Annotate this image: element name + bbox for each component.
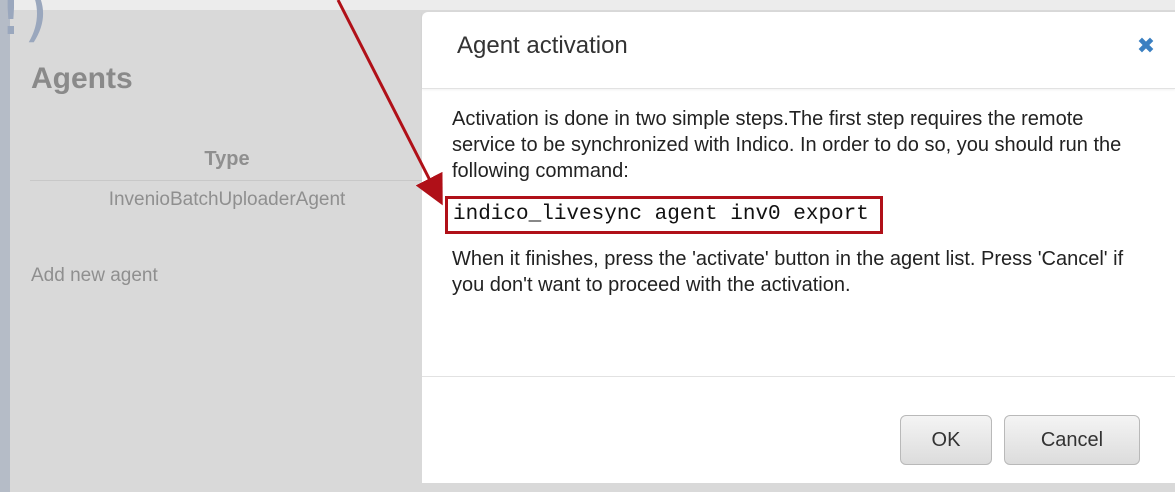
agents-table: Type InvenioBatchUploaderAgent <box>30 148 430 211</box>
corner-glyph: !) <box>0 0 49 50</box>
left-stripe <box>0 0 10 492</box>
dialog-header: Agent activation ✖ <box>422 12 1175 89</box>
close-icon[interactable]: ✖ <box>1135 36 1157 58</box>
agent-type-cell: InvenioBatchUploaderAgent <box>108 189 346 210</box>
type-column-header: Type <box>30 148 430 181</box>
top-strip <box>10 0 1175 10</box>
add-new-agent-link[interactable]: Add new agent <box>31 265 158 287</box>
ok-button[interactable]: OK <box>900 415 992 465</box>
agents-heading: Agents <box>31 62 133 95</box>
intro-text: Activation is done in two simple steps.T… <box>452 108 1122 182</box>
command-text: indico_livesync agent inv0 export <box>445 196 883 234</box>
dialog-body: Activation is done in two simple steps.T… <box>445 106 1152 298</box>
dialog-footer: OK Cancel <box>422 376 1175 483</box>
outro-text: When it finishes, press the 'activate' b… <box>452 248 1124 296</box>
dialog-title: Agent activation <box>457 32 628 59</box>
agent-activation-dialog: Agent activation ✖ Activation is done in… <box>422 12 1175 483</box>
cancel-button[interactable]: Cancel <box>1004 415 1140 465</box>
